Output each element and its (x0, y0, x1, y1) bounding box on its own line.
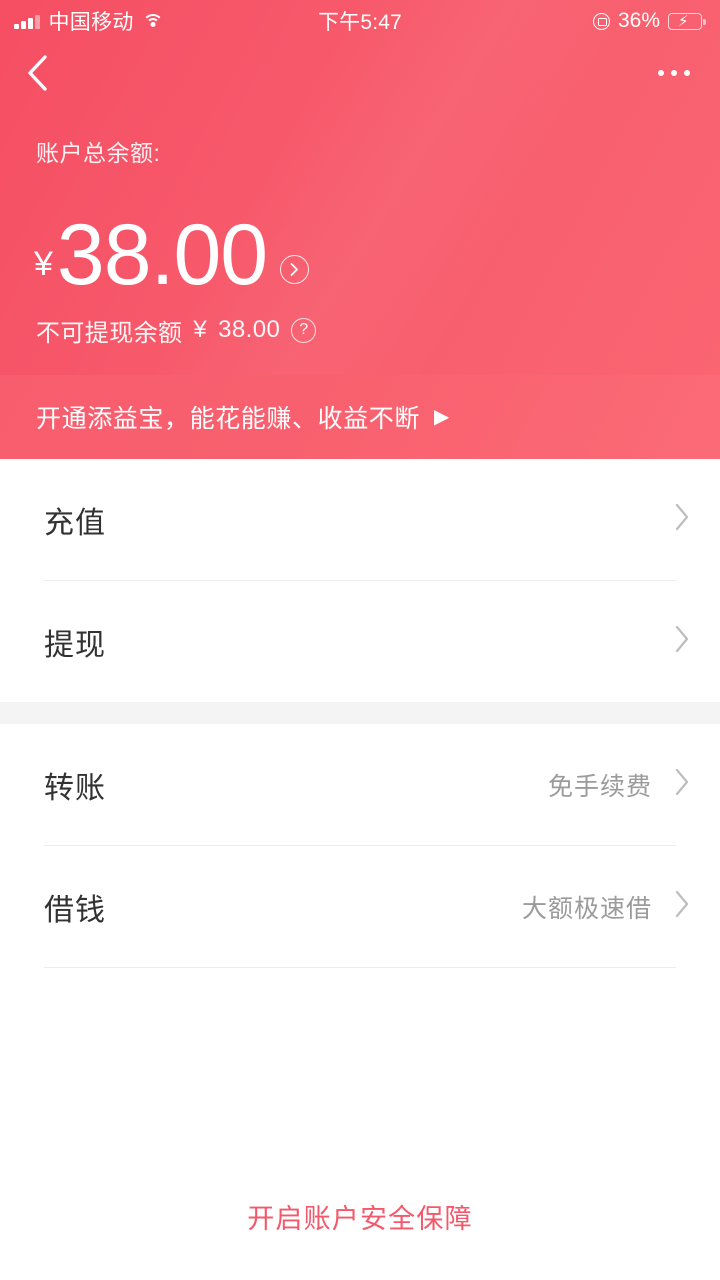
group-separator (0, 702, 720, 724)
menu-row-borrow[interactable]: 借钱 大额极速借 (0, 846, 720, 967)
promo-banner[interactable]: 开通添益宝，能花能赚、收益不断 ▶ (0, 375, 720, 459)
status-bar-left: 中国移动 (14, 6, 164, 36)
menu-row-transfer[interactable]: 转账 免手续费 (0, 724, 720, 845)
nav-bar (0, 42, 720, 104)
wallet-header: 中国移动 下午5:47 36% ⚡ 账户总余额: ¥ 38.00 不可提现余额 … (0, 0, 720, 375)
wallet-screen: 中国移动 下午5:47 36% ⚡ 账户总余额: ¥ 38.00 不可提现余额 … (0, 0, 720, 1280)
status-bar-right: 36% ⚡ (592, 9, 706, 33)
balance-amount: 38.00 (56, 207, 268, 303)
footer: 开启账户安全保障 (0, 1197, 720, 1236)
non-withdrawable-balance-row: 不可提现余额 ¥ 38.00 ? (36, 313, 720, 348)
promo-banner-text: 开通添益宝，能花能赚、收益不断 (36, 405, 421, 433)
battery-percent-label: 36% (617, 9, 660, 32)
status-bar: 中国移动 下午5:47 36% ⚡ (0, 0, 720, 42)
menu-row-accessory: 免手续费 (548, 767, 690, 803)
menu-group-services: 转账 免手续费 借钱 大额极速借 (0, 724, 720, 968)
wifi-icon (142, 13, 164, 29)
signal-bars-icon (14, 14, 40, 29)
carrier-label: 中国移动 (48, 11, 134, 34)
non-withdrawable-currency: ¥ (193, 316, 208, 344)
non-withdrawable-amount: 38.00 (218, 316, 281, 344)
menu-row-accessory (652, 503, 690, 536)
balance-amount-row: ¥ 38.00 (34, 207, 720, 303)
menu-row-hint: 免手续费 (547, 772, 652, 801)
chevron-right-icon (674, 503, 690, 536)
circle-chevron-right-icon[interactable] (280, 254, 310, 284)
more-dots-icon (671, 70, 677, 76)
battery-charging-icon: ⚡ (668, 12, 706, 30)
menu-row-hint: 大额极速借 (521, 894, 652, 923)
more-dots-icon (684, 70, 690, 76)
row-divider (44, 967, 676, 968)
account-security-link[interactable]: 开启账户安全保障 (247, 1197, 473, 1236)
back-button[interactable] (26, 51, 70, 95)
more-dots-icon (658, 70, 664, 76)
menu-group-funds: 充值 提现 (0, 459, 720, 702)
menu-row-title: 提现 (44, 628, 106, 662)
menu-row-title: 转账 (44, 771, 106, 805)
menu-row-withdraw[interactable]: 提现 (0, 581, 720, 702)
menu-row-recharge[interactable]: 充值 (0, 459, 720, 580)
chevron-right-icon (674, 890, 690, 923)
menu-row-title: 充值 (44, 506, 106, 540)
more-options-button[interactable] (654, 60, 694, 86)
menu-row-accessory: 大额极速借 (522, 889, 690, 925)
chevron-left-icon (26, 54, 48, 92)
non-withdrawable-label: 不可提现余额 (36, 319, 183, 347)
balance-label: 账户总余额: (36, 140, 161, 166)
play-triangle-icon: ▶ (434, 406, 450, 428)
menu-row-accessory (652, 625, 690, 658)
currency-symbol: ¥ (34, 244, 53, 283)
menu-row-title: 借钱 (44, 893, 106, 927)
chevron-right-icon (674, 768, 690, 801)
rotation-lock-icon (592, 12, 610, 30)
circle-question-icon[interactable]: ? (291, 317, 317, 343)
chevron-right-icon (674, 625, 690, 658)
